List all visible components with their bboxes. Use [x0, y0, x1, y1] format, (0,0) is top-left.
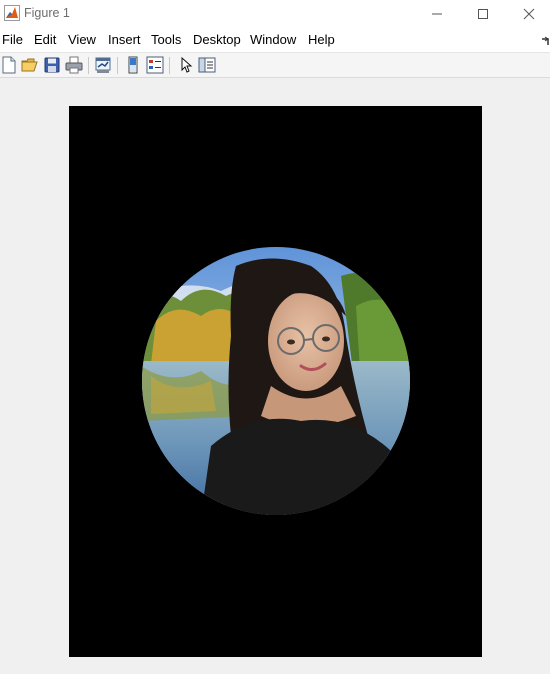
edit-plot-arrow-icon[interactable] [177, 56, 195, 74]
toolbar-separator [88, 57, 89, 74]
menu-window[interactable]: Window [250, 32, 296, 47]
matlab-logo-icon [4, 5, 20, 21]
minimize-button[interactable] [414, 0, 460, 28]
close-icon [523, 8, 535, 20]
open-file-icon[interactable] [21, 56, 39, 74]
axes-image-area [69, 106, 482, 657]
dock-arrow-icon[interactable] [541, 34, 550, 46]
menu-edit[interactable]: Edit [34, 32, 56, 47]
menu-tools[interactable]: Tools [151, 32, 181, 47]
title-bar: Figure 1 [0, 0, 550, 28]
menu-view[interactable]: View [68, 32, 96, 47]
toolbar-separator [117, 57, 118, 74]
maximize-button[interactable] [460, 0, 506, 28]
close-button[interactable] [506, 0, 550, 28]
toolbar-separator [169, 57, 170, 74]
window-title: Figure 1 [24, 6, 70, 20]
minimize-icon [432, 13, 442, 15]
maximize-icon [478, 9, 488, 19]
menu-bar: File Edit View Insert Tools Desktop Wind… [0, 28, 550, 52]
figure-window: Figure 1 File Edit View Insert Tools Des… [0, 0, 550, 674]
figure-toolbar [0, 52, 550, 78]
save-icon[interactable] [43, 56, 61, 74]
new-figure-icon[interactable] [0, 56, 18, 74]
colorbar-icon[interactable] [124, 56, 142, 74]
figure-canvas [0, 79, 550, 674]
property-inspector-icon[interactable] [198, 56, 216, 74]
print-icon[interactable] [65, 56, 83, 74]
menu-insert[interactable]: Insert [108, 32, 141, 47]
menu-help[interactable]: Help [308, 32, 335, 47]
menu-file[interactable]: File [2, 32, 23, 47]
legend-icon[interactable] [146, 56, 164, 74]
menu-desktop[interactable]: Desktop [193, 32, 241, 47]
circular-portrait-photo [142, 247, 410, 515]
link-plot-icon[interactable] [94, 56, 112, 74]
